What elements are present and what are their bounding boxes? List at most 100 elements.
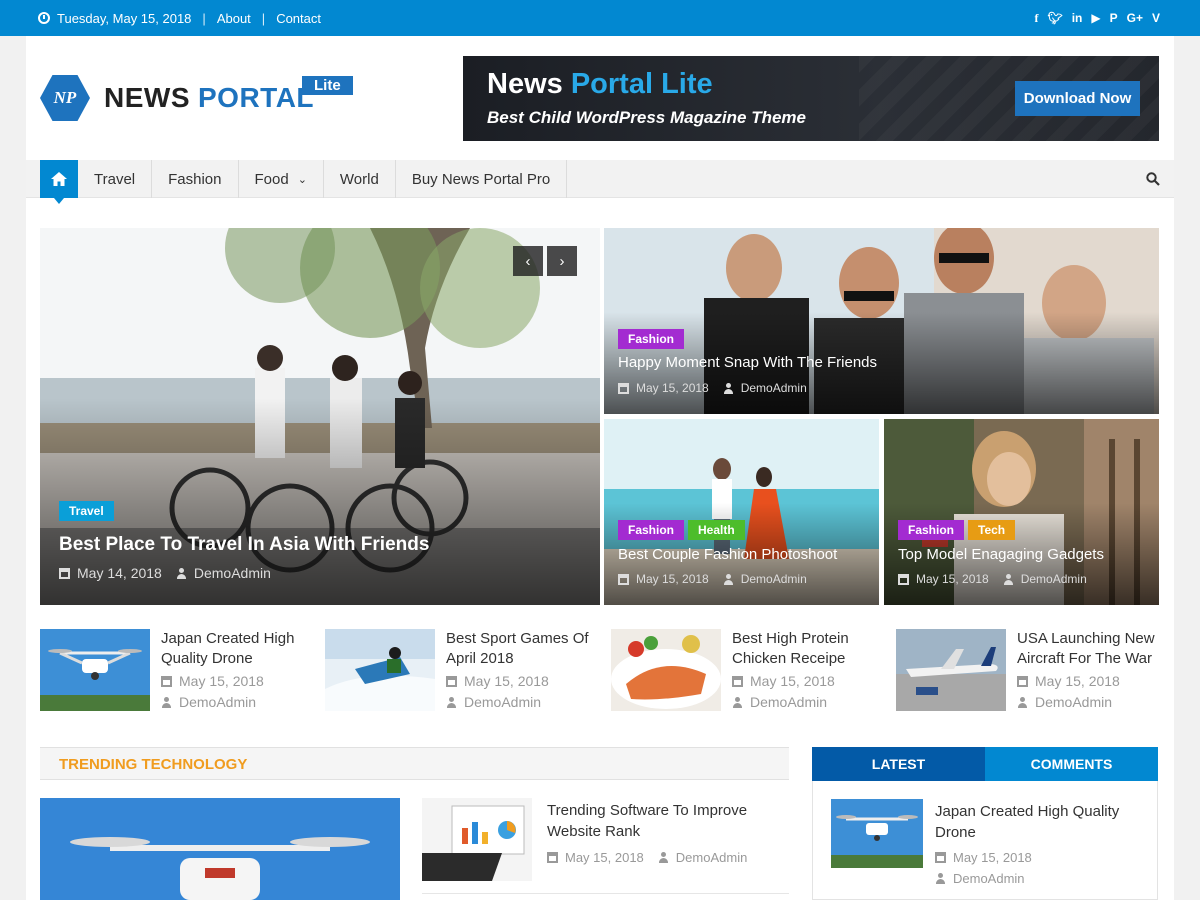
divider: | [202, 10, 206, 26]
post-date: May 15, 2018 [636, 381, 709, 395]
post-title[interactable]: Japan Created High Quality Drone [161, 629, 311, 669]
category-tags: Fashion Health [618, 520, 749, 540]
featured-bottom-left-card[interactable]: Fashion Health Best Couple Fashion Photos… [604, 419, 879, 605]
post-meta: May 15, 2018 DemoAdmin [618, 381, 807, 395]
about-link[interactable]: About [217, 11, 251, 26]
small-post[interactable]: USA Launching New Aircraft For The War M… [896, 629, 1171, 714]
search-icon[interactable] [1146, 172, 1160, 186]
post-date: May 14, 2018 [77, 565, 162, 581]
post-author[interactable]: DemoAdmin [953, 871, 1025, 886]
slider-prev-button[interactable]: ‹ [513, 246, 543, 276]
vimeo-icon[interactable]: V [1152, 11, 1160, 25]
twitter-icon[interactable]: 🐦︎ [1047, 11, 1062, 25]
aircraft-photo [896, 629, 1006, 711]
featured-top-right-card[interactable]: Fashion Happy Moment Snap With The Frien… [604, 228, 1159, 414]
post-author[interactable]: DemoAdmin [179, 694, 256, 710]
post-author[interactable]: DemoAdmin [750, 694, 827, 710]
divider [422, 893, 789, 894]
post-date-row: May 15, 2018 [161, 673, 311, 689]
download-now-button[interactable]: Download Now [1015, 81, 1140, 116]
site-logo[interactable]: NP NEWS PORTAL Lite [40, 74, 353, 122]
tabs-widget-header: LATEST COMMENTS [812, 747, 1158, 781]
featured-bottom-right-title[interactable]: Top Model Enagaging Gadgets [898, 546, 1104, 563]
tab-comments[interactable]: COMMENTS [985, 747, 1158, 781]
small-post[interactable]: Best Sport Games Of April 2018 May 15, 2… [325, 629, 600, 714]
post-author[interactable]: DemoAdmin [1035, 694, 1112, 710]
trending-main-thumbnail[interactable] [40, 798, 400, 900]
nav-items: Travel Fashion Food ⌄ World Buy News Port… [78, 160, 568, 198]
calendar-icon [59, 567, 70, 579]
nav-item-buy-pro[interactable]: Buy News Portal Pro [396, 160, 568, 198]
post-title[interactable]: Best High Protein Chicken Receipe [732, 629, 882, 669]
logo-word-news: NEWS [104, 82, 190, 113]
nav-item-label: Travel [94, 170, 136, 188]
post-date: May 15, 2018 [953, 850, 1032, 865]
category-tag-tech[interactable]: Tech [968, 520, 1016, 540]
category-tag-travel[interactable]: Travel [59, 501, 114, 521]
user-icon [658, 852, 669, 863]
calendar-icon [935, 852, 946, 863]
calendar-icon [732, 675, 743, 687]
post-title[interactable]: USA Launching New Aircraft For The War [1017, 629, 1167, 669]
post-author-row: DemoAdmin [446, 694, 596, 710]
calendar-icon [898, 573, 909, 585]
page-container: NP NEWS PORTAL Lite News Portal Lite Bes… [26, 36, 1174, 900]
post-author[interactable]: DemoAdmin [741, 381, 807, 395]
user-icon [723, 382, 734, 394]
post-thumbnail[interactable] [611, 629, 721, 711]
slider-next-button[interactable]: › [547, 246, 577, 276]
post-title[interactable]: Best Sport Games Of April 2018 [446, 629, 596, 669]
featured-bottom-right-card[interactable]: Fashion Tech Top Model Enagaging Gadgets … [884, 419, 1159, 605]
post-author[interactable]: DemoAdmin [676, 850, 748, 865]
post-author[interactable]: DemoAdmin [1021, 572, 1087, 586]
category-tag-fashion[interactable]: Fashion [618, 329, 685, 349]
post-thumbnail[interactable] [896, 629, 1006, 711]
header-banner-ad[interactable]: News Portal Lite Best Child WordPress Ma… [463, 56, 1159, 141]
nav-item-label: Food [254, 170, 289, 188]
user-icon [723, 573, 734, 585]
youtube-icon[interactable]: ▶ [1091, 11, 1100, 25]
google-plus-icon[interactable]: G+ [1127, 11, 1143, 25]
pinterest-icon[interactable]: P [1110, 11, 1118, 25]
tab-latest[interactable]: LATEST [812, 747, 985, 781]
user-icon [446, 696, 457, 708]
nav-item-fashion[interactable]: Fashion [152, 160, 239, 198]
featured-bottom-left-title[interactable]: Best Couple Fashion Photoshoot [618, 546, 837, 563]
featured-main-title[interactable]: Best Place To Travel In Asia With Friend… [59, 534, 429, 556]
logo-word-portal: PORTAL [198, 82, 315, 113]
nav-item-food[interactable]: Food ⌄ [239, 160, 324, 198]
nav-item-travel[interactable]: Travel [78, 160, 153, 198]
post-author-row: DemoAdmin [161, 694, 311, 710]
post-author-row: DemoAdmin [935, 871, 1145, 886]
category-tag-fashion[interactable]: Fashion [618, 520, 685, 540]
post-author[interactable]: DemoAdmin [464, 694, 541, 710]
post-meta: May 15, 2018 DemoAdmin [547, 850, 777, 865]
user-icon [161, 696, 172, 708]
small-post[interactable]: Best High Protein Chicken Receipe May 15… [611, 629, 886, 714]
contact-link[interactable]: Contact [276, 11, 321, 26]
post-author[interactable]: DemoAdmin [194, 565, 271, 581]
featured-main-card[interactable]: ‹ › Travel Best Place To Travel In Asia … [40, 228, 600, 605]
post-thumbnail[interactable] [40, 629, 150, 711]
nav-item-world[interactable]: World [324, 160, 396, 198]
post-date: May 15, 2018 [750, 673, 835, 689]
trending-post-title[interactable]: Trending Software To Improve Website Ran… [547, 800, 777, 842]
home-button[interactable] [40, 160, 78, 204]
latest-post-thumbnail[interactable] [831, 799, 923, 868]
linkedin-icon[interactable]: in [1072, 11, 1083, 25]
facebook-icon[interactable]: f [1034, 11, 1038, 26]
post-date: May 15, 2018 [636, 572, 709, 586]
post-date-row: May 15, 2018 [1017, 673, 1167, 689]
small-post[interactable]: Japan Created High Quality Drone May 15,… [40, 629, 315, 714]
laptop-photo [422, 798, 532, 881]
featured-top-right-title[interactable]: Happy Moment Snap With The Friends [618, 354, 877, 371]
logo-mark: NP [40, 75, 90, 121]
category-tag-fashion[interactable]: Fashion [898, 520, 965, 540]
trending-post-thumbnail[interactable] [422, 798, 532, 881]
category-tags: Travel [59, 501, 118, 521]
latest-post-title[interactable]: Japan Created High Quality Drone [935, 801, 1145, 843]
post-author[interactable]: DemoAdmin [741, 572, 807, 586]
clock-icon [38, 12, 50, 24]
post-thumbnail[interactable] [325, 629, 435, 711]
category-tag-health[interactable]: Health [688, 520, 745, 540]
